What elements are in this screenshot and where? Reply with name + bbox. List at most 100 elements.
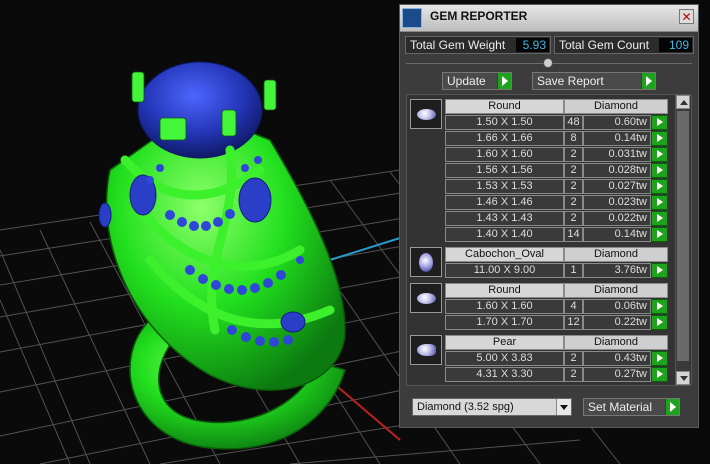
gem-count: 2 (564, 147, 583, 162)
gem-size: 1.70 X 1.70 (445, 315, 564, 330)
gem-row[interactable]: 1.66 X 1.66 8 0.14tw (445, 131, 668, 147)
select-gems-play-icon[interactable] (651, 315, 668, 330)
select-gems-play-icon[interactable] (651, 227, 668, 242)
gem-size: 1.56 X 1.56 (445, 163, 564, 178)
gem-count: 2 (564, 163, 583, 178)
material-select-value: Diamond (3.52 spg) (417, 401, 514, 413)
scroll-up-icon[interactable] (676, 95, 690, 109)
gem-count: 4 (564, 299, 583, 314)
gem-row[interactable]: 4.31 X 3.30 2 0.27tw (445, 367, 668, 383)
gem-row[interactable]: 1.40 X 1.40 14 0.14tw (445, 227, 668, 243)
gem-row[interactable]: 1.53 X 1.53 2 0.027tw (445, 179, 668, 195)
gem-weight: 0.06tw (583, 299, 651, 314)
gem-row[interactable]: 1.50 X 1.50 48 0.60tw (445, 115, 668, 131)
select-gems-play-icon[interactable] (651, 211, 668, 226)
gem-weight: 0.028tw (583, 163, 651, 178)
total-count-label: Total Gem Count (559, 38, 650, 52)
select-gems-play-icon[interactable] (651, 115, 668, 130)
gem-count: 2 (564, 211, 583, 226)
gem-weight: 3.76tw (583, 263, 651, 278)
chevron-down-icon[interactable] (556, 399, 571, 415)
gem-weight: 0.031tw (583, 147, 651, 162)
pear-gem-icon (417, 344, 436, 356)
gem-size: 1.53 X 1.53 (445, 179, 564, 194)
set-material-play-icon (665, 399, 679, 415)
select-gems-play-icon[interactable] (651, 147, 668, 162)
select-gems-play-icon[interactable] (651, 367, 668, 382)
gem-row[interactable]: 5.00 X 3.83 2 0.43tw (445, 351, 668, 367)
gem-shape-label: Pear (445, 335, 564, 350)
save-report-button-label: Save Report (537, 74, 604, 88)
set-material-button[interactable]: Set Material (583, 398, 680, 416)
material-select[interactable]: Diamond (3.52 spg) (412, 398, 572, 416)
gem-size: 1.46 X 1.46 (445, 195, 564, 210)
gem-size: 1.60 X 1.60 (445, 299, 564, 314)
gem-list[interactable]: Pear Diamond 5.00 X 3.83 2 0.43tw 4.31 X 3.30… (406, 94, 692, 386)
gem-weight: 0.27tw (583, 367, 651, 382)
gem-material-label: Diamond (564, 283, 668, 298)
panel-title: GEM REPORTER (430, 9, 528, 23)
gem-shape-label: Round (445, 283, 564, 298)
update-button-label: Update (447, 74, 486, 88)
gem-group: Cabochon_Oval Diamond 11.00 X 9.00 1 3.76tw (410, 247, 668, 279)
gem-row[interactable]: 1.46 X 1.46 2 0.023tw (445, 195, 668, 211)
gem-list-scrollbar[interactable] (675, 95, 690, 385)
gem-weight: 0.22tw (583, 315, 651, 330)
update-button[interactable]: Update (442, 72, 512, 90)
total-count-value: 109 (659, 38, 692, 52)
select-gems-play-icon[interactable] (651, 263, 668, 278)
gem-shape-label: Round (445, 99, 564, 114)
gem-material-label: Diamond (564, 247, 668, 262)
gem-size: 1.66 X 1.66 (445, 131, 564, 146)
gem-shape-label: Cabochon_Oval (445, 247, 564, 262)
gem-row[interactable]: 1.43 X 1.43 2 0.022tw (445, 211, 668, 227)
select-gems-play-icon[interactable] (651, 179, 668, 194)
gem-reporter-panel: GEM REPORTER ✕ Total Gem Weight 5.93 Tot… (399, 4, 699, 428)
gem-weight: 0.027tw (583, 179, 651, 194)
update-play-icon (497, 73, 511, 89)
gem-row[interactable]: 11.00 X 9.00 1 3.76tw (445, 263, 668, 279)
cabochon-gem-icon (419, 253, 433, 272)
gem-thumbnail[interactable] (410, 99, 442, 129)
total-weight-field: Total Gem Weight 5.93 (405, 36, 551, 54)
gem-size: 1.50 X 1.50 (445, 115, 564, 130)
gem-weight: 0.43tw (583, 351, 651, 366)
scroll-thumb[interactable] (677, 111, 689, 361)
gem-count: 2 (564, 195, 583, 210)
gem-group-header: Cabochon_Oval Diamond (445, 247, 668, 263)
select-gems-play-icon[interactable] (651, 131, 668, 146)
close-button[interactable]: ✕ (679, 9, 694, 24)
gem-count: 12 (564, 315, 583, 330)
select-gems-play-icon[interactable] (651, 351, 668, 366)
gem-row[interactable]: 1.60 X 1.60 2 0.031tw (445, 147, 668, 163)
gem-group-header: Round Diamond (445, 283, 668, 299)
gem-size: 11.00 X 9.00 (445, 263, 564, 278)
gem-thumbnail[interactable] (410, 247, 442, 277)
gem-count: 8 (564, 131, 583, 146)
gem-group: Pear Diamond 5.00 X 3.83 2 0.43tw 4.31 X 3.30… (410, 335, 668, 383)
scroll-down-icon[interactable] (676, 371, 690, 385)
gem-row[interactable]: 1.56 X 1.56 2 0.028tw (445, 163, 668, 179)
gem-weight: 0.14tw (583, 227, 651, 242)
splitter-handle[interactable] (543, 58, 553, 68)
gem-weight: 0.023tw (583, 195, 651, 210)
gem-thumbnail[interactable] (410, 335, 442, 365)
gem-thumbnail[interactable] (410, 283, 442, 313)
gem-material-label: Diamond (564, 99, 668, 114)
select-gems-play-icon[interactable] (651, 163, 668, 178)
gem-count: 48 (564, 115, 583, 130)
total-weight-value: 5.93 (516, 38, 549, 52)
round-gem-icon (417, 293, 436, 304)
select-gems-play-icon[interactable] (651, 299, 668, 314)
gem-group: Round Diamond 1.60 X 1.60 4 0.06tw 1.70 X 1.7… (410, 283, 668, 331)
round-gem-icon (417, 109, 436, 120)
save-report-button[interactable]: Save Report (532, 72, 656, 90)
gem-row[interactable]: 1.60 X 1.60 4 0.06tw (445, 299, 668, 315)
gem-weight: 0.022tw (583, 211, 651, 226)
save-report-play-icon (641, 73, 655, 89)
select-gems-play-icon[interactable] (651, 195, 668, 210)
gem-count: 1 (564, 263, 583, 278)
gem-size: 4.31 X 3.30 (445, 367, 564, 382)
gem-row[interactable]: 1.70 X 1.70 12 0.22tw (445, 315, 668, 331)
panel-titlebar[interactable]: GEM REPORTER ✕ (400, 5, 698, 32)
